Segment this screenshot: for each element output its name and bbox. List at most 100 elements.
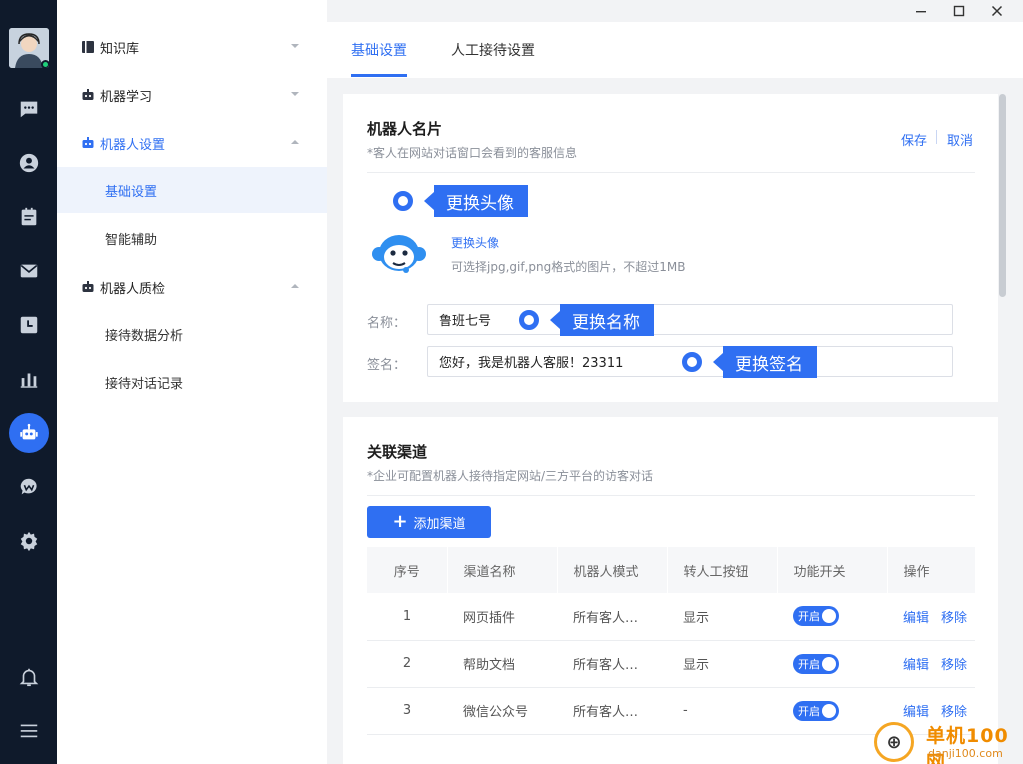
col-actions: 操作 (887, 547, 976, 593)
col-channel-name: 渠道名称 (447, 547, 558, 593)
row-index: 2 (367, 640, 447, 688)
card-subtitle: *企业可配置机器人接待指定网站/三方平台的访客对话 (367, 469, 654, 483)
settings-icon[interactable] (12, 524, 46, 558)
channels-table: 序号 渠道名称 机器人模式 转人工按钮 功能开关 操作 1 网页插件 所有客人…… (367, 547, 976, 735)
icon-rail (0, 0, 57, 764)
add-channel-button[interactable]: + 添加渠道 (367, 506, 491, 538)
nav-item-smart-assist[interactable]: 智能辅助 (57, 215, 327, 261)
name-field-value: 鲁班七号 (439, 314, 492, 329)
cancel-button[interactable]: 取消 (947, 130, 973, 149)
callout-marker (393, 191, 413, 211)
minimize-icon (916, 11, 926, 13)
remove-link[interactable]: 移除 (941, 705, 967, 720)
chevron-up-icon (291, 284, 299, 288)
close-icon (991, 5, 1003, 17)
bell-icon[interactable] (12, 660, 46, 694)
add-channel-label: 添加渠道 (413, 516, 466, 532)
nav-group-robot-qc[interactable]: 机器人质检 (57, 265, 327, 309)
row-robot-mode: 所有客人… (557, 687, 667, 735)
nav-group-label: 机器学习 (100, 89, 153, 105)
chevron-down-icon (291, 44, 299, 48)
online-status-dot (41, 60, 49, 68)
row-channel-name: 网页插件 (447, 593, 557, 641)
plus-icon: + (392, 511, 408, 532)
card-title: 关联渠道 (367, 443, 428, 461)
row-transfer: - (667, 687, 777, 735)
edit-link[interactable]: 编辑 (903, 705, 929, 720)
divider (367, 172, 975, 173)
menu-icon[interactable] (12, 714, 46, 748)
robot-small-icon (80, 87, 96, 103)
nav-item-reception-analysis[interactable]: 接待数据分析 (57, 311, 327, 357)
table-row: 1 网页插件 所有客人… 显示 开启 编辑 移除 (367, 593, 975, 641)
name-field[interactable]: 鲁班七号 (427, 304, 953, 335)
chevron-down-icon (291, 92, 299, 96)
clock-icon[interactable] (12, 308, 46, 342)
callout-marker (682, 352, 702, 372)
nav-group-knowledge[interactable]: 知识库 (57, 25, 327, 69)
callout-change-signature: 更换签名 (682, 346, 817, 378)
table-row: 2 帮助文档 所有客人… 显示 开启 编辑 移除 (367, 640, 975, 688)
nav-item-conversation-log[interactable]: 接待对话记录 (57, 359, 327, 405)
maximize-button[interactable] (949, 2, 969, 20)
user-avatar[interactable] (9, 28, 49, 68)
nav-group-robot-settings[interactable]: 机器人设置 (57, 121, 327, 165)
mail-icon[interactable] (12, 254, 46, 288)
callout-label: 更换头像 (434, 185, 528, 217)
row-index: 1 (367, 593, 447, 641)
window-controls (893, 0, 1023, 22)
nav-item-basic-settings[interactable]: 基础设置 (57, 167, 327, 213)
nav-group-machine-learning[interactable]: 机器学习 (57, 73, 327, 117)
nav-group-label: 机器人设置 (100, 137, 166, 153)
robot-icon[interactable] (9, 413, 49, 453)
watermark-logo-icon: ⊕ (874, 722, 914, 762)
edit-link[interactable]: 编辑 (903, 611, 929, 626)
callout-label: 更换签名 (723, 346, 817, 378)
remove-link[interactable]: 移除 (941, 611, 967, 626)
minimize-button[interactable] (911, 2, 931, 20)
callout-label: 更换名称 (560, 304, 654, 336)
tab-manual-reception-settings[interactable]: 人工接待设置 (451, 40, 535, 60)
function-toggle[interactable]: 开启 (793, 606, 839, 627)
remove-link[interactable]: 移除 (941, 658, 967, 673)
avatar-hint: 可选择jpg,gif,png格式的图片，不超过1MB (451, 260, 686, 274)
nav-group-label: 知识库 (100, 41, 140, 57)
channels-card: 关联渠道 *企业可配置机器人接待指定网站/三方平台的访客对话 + 添加渠道 序号… (343, 417, 998, 764)
function-toggle[interactable]: 开启 (793, 700, 839, 721)
change-avatar-link[interactable]: 更换头像 (451, 234, 499, 251)
callout-change-name: 更换名称 (519, 304, 654, 336)
divider (367, 495, 975, 496)
card-title: 机器人名片 (367, 120, 443, 138)
callout-change-avatar: 更换头像 (393, 185, 528, 217)
robot-logo-icon[interactable] (371, 232, 427, 276)
scrollbar-thumb[interactable] (999, 94, 1006, 297)
robot-qc-icon (80, 279, 96, 295)
function-toggle[interactable]: 开启 (793, 653, 839, 674)
settings-nav: 知识库 机器学习 机器人设置 基础设置 智能辅助 机器人质检 接待数据分析 接待… (57, 0, 327, 764)
col-function-switch: 功能开关 (777, 547, 888, 593)
table-header-row: 序号 渠道名称 机器人模式 转人工按钮 功能开关 操作 (367, 547, 976, 593)
save-button[interactable]: 保存 (901, 130, 927, 149)
close-button[interactable] (987, 2, 1007, 20)
callout-marker (519, 310, 539, 330)
row-channel-name: 微信公众号 (447, 687, 557, 735)
row-transfer: 显示 (667, 640, 777, 688)
contact-icon[interactable] (12, 146, 46, 180)
tab-basic-settings[interactable]: 基础设置 (351, 40, 407, 60)
col-index: 序号 (367, 547, 448, 593)
stats-icon[interactable] (12, 362, 46, 396)
wechat-icon[interactable] (12, 470, 46, 504)
active-tab-indicator (351, 74, 407, 77)
book-icon (80, 39, 96, 55)
action-separator (936, 130, 937, 144)
row-robot-mode: 所有客人… (557, 593, 667, 641)
name-label: 名称： (367, 316, 407, 331)
edit-link[interactable]: 编辑 (903, 658, 929, 673)
row-transfer: 显示 (667, 593, 777, 641)
col-transfer-button: 转人工按钮 (667, 547, 778, 593)
chat-icon[interactable] (12, 92, 46, 126)
col-robot-mode: 机器人模式 (557, 547, 668, 593)
signature-field-value: 您好，我是机器人客服！23311 (439, 356, 624, 371)
row-channel-name: 帮助文档 (447, 640, 557, 688)
notes-icon[interactable] (12, 200, 46, 234)
